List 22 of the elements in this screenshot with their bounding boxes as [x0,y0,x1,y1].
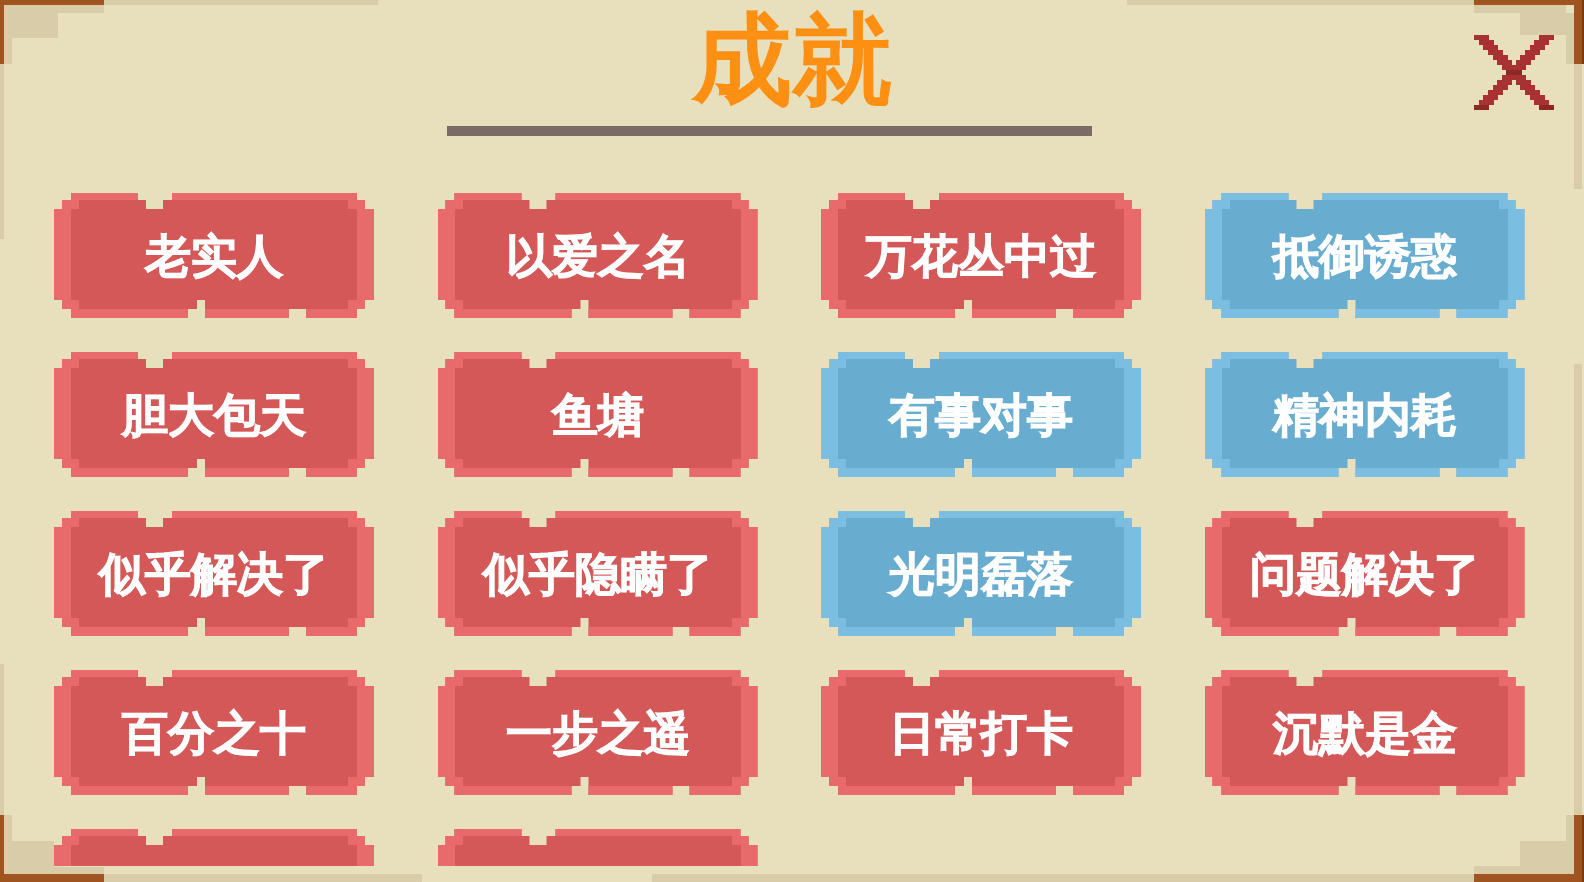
achievement-button[interactable] [54,829,374,866]
achievement-button[interactable] [437,829,758,866]
page-title: 成就 [692,10,892,110]
achievement-button[interactable]: 似乎解决了 [54,511,374,636]
achievement-button[interactable]: 一步之遥 [437,670,758,795]
achievement-button[interactable]: 百分之十 [54,670,374,795]
achievement-button[interactable]: 鱼塘 [437,352,758,477]
achievement-button[interactable]: 似乎隐瞒了 [437,511,758,636]
achievement-button[interactable]: 问题解决了 [1204,511,1525,636]
achievement-button[interactable]: 万花丛中过 [821,193,1141,318]
achievement-button[interactable]: 精神内耗 [1204,352,1525,477]
close-button[interactable] [1474,35,1554,110]
achievement-button[interactable]: 老实人 [54,193,374,318]
achievement-button[interactable]: 以爱之名 [437,193,758,318]
achievement-button[interactable]: 抵御诱惑 [1204,193,1525,318]
close-icon [1474,35,1554,110]
achievement-button[interactable]: 胆大包天 [54,352,374,477]
corner-ornament [0,815,54,882]
achievement-button[interactable]: 沉默是金 [1204,670,1525,795]
achievement-button[interactable]: 光明磊落 [821,511,1141,636]
achievement-button[interactable]: 日常打卡 [821,670,1141,795]
achievement-button[interactable]: 有事对事 [821,352,1141,477]
